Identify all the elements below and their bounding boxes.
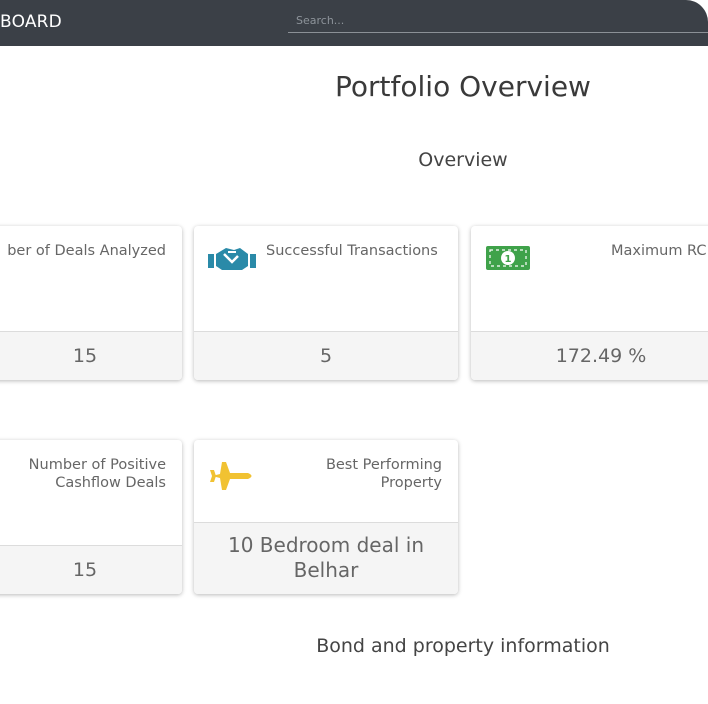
search-input[interactable] [288,8,708,33]
card-value: 5 [194,331,458,380]
card-value: 10 Bedroom deal in Belhar [194,522,458,594]
card-label: Maximum RC [611,243,707,259]
svg-text:1: 1 [505,254,512,265]
card-label: ber of Deals Analyzed [7,243,166,259]
card-header: Number of Positive Cashflow Deals [0,440,182,544]
deals-analyzed-card: ber of Deals Analyzed 15 [0,226,182,380]
card-label: Best Performing Property [325,457,442,491]
money-icon: 1 [485,244,531,276]
card-value: 15 [0,331,182,380]
maximum-roi-card: 1 Maximum RC 172.49 % [471,226,708,380]
card-header: ber of Deals Analyzed [0,226,182,330]
card-label: Number of Positive Cashflow Deals [28,457,166,491]
overview-heading: Overview [418,149,508,171]
brand-title[interactable]: BOARD [0,12,62,32]
bond-property-heading: Bond and property information [316,635,610,657]
card-value: 15 [0,545,182,594]
successful-transactions-card: Successful Transactions 5 [194,226,458,380]
card-header: Best Performing Property [194,440,458,520]
card-header: Successful Transactions [194,226,458,330]
top-navbar: BOARD [0,0,708,46]
card-label: Successful Transactions [266,243,438,259]
best-property-card: Best Performing Property 10 Bedroom deal… [194,440,458,594]
page-title: Portfolio Overview [335,70,591,103]
jet-icon [208,458,256,498]
handshake-icon [208,244,256,276]
positive-cashflow-card: Number of Positive Cashflow Deals 15 [0,440,182,594]
card-value: 172.49 % [471,331,708,380]
card-header: 1 Maximum RC [471,226,708,330]
